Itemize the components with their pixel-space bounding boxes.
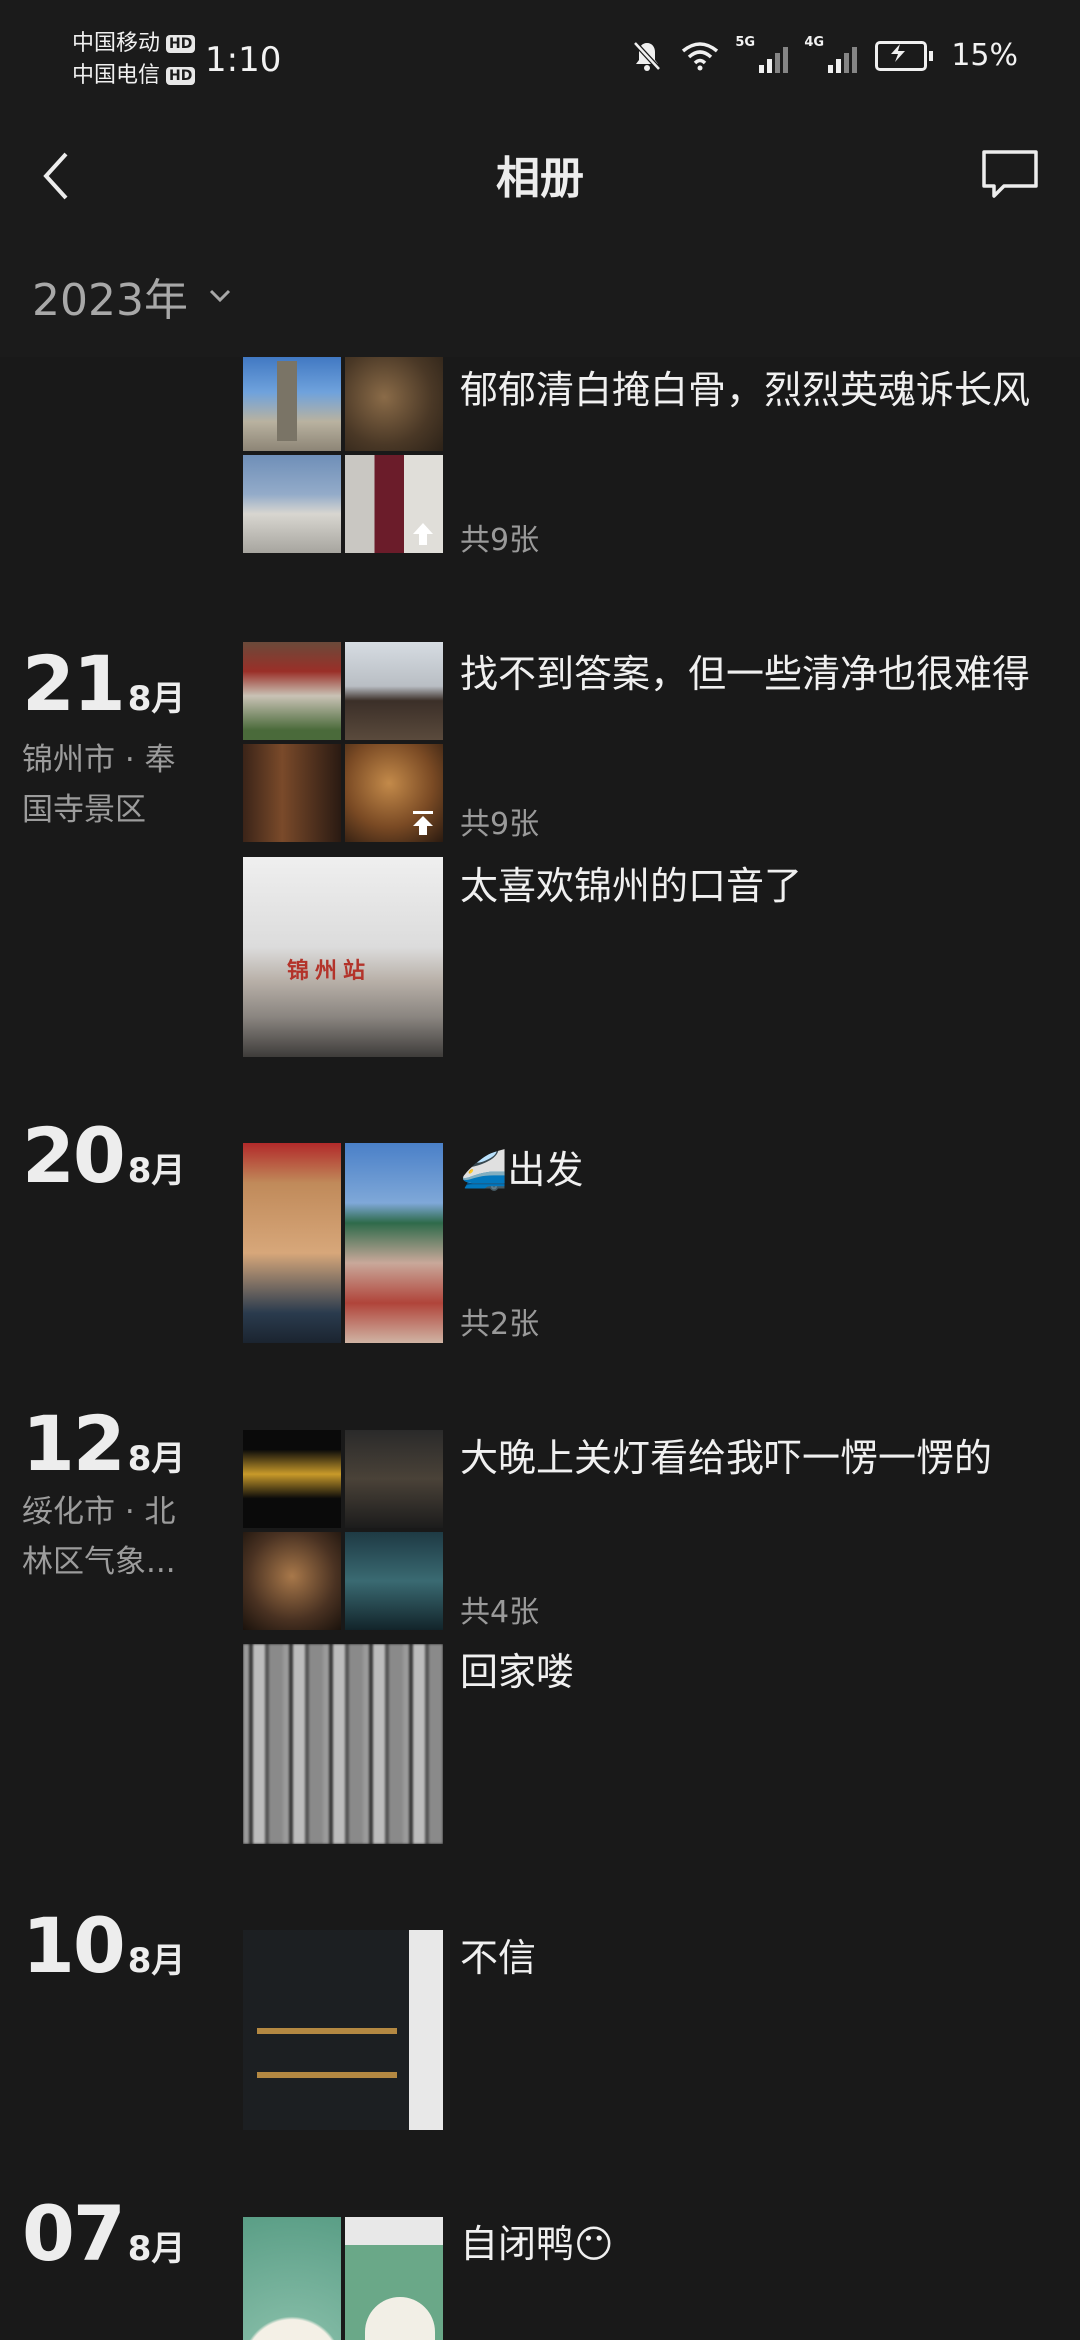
post-caption: 回家喽 — [460, 1650, 575, 1694]
chevron-down-icon — [209, 289, 231, 303]
date-day: 07 — [22, 2189, 126, 2278]
battery-level: 15% — [951, 38, 1018, 73]
date-day: 21 — [22, 639, 126, 728]
date-day: 12 — [22, 1399, 126, 1488]
date-label: 21 8月 — [22, 639, 185, 728]
post-caption: 郁郁清白掩白骨，烈烈英魂诉长风 — [460, 368, 1031, 412]
carrier-2: 中国电信 — [72, 63, 161, 88]
carrier-info: 中国移动 HD 中国电信 HD — [72, 28, 196, 92]
year-label: 2023年 — [32, 275, 188, 326]
album-feed: 郁郁清白掩白骨，烈烈英魂诉长风 共9张 21 8月 锦州市 · 奉国寺景区 找不到… — [0, 357, 1080, 2340]
photo-grid-thumbnail[interactable] — [243, 1430, 443, 1630]
hd-badge: HD — [166, 67, 196, 85]
location-text: 锦州市 · 奉国寺景区 — [22, 742, 176, 828]
upload-arrow-icon — [413, 523, 433, 545]
date-day: 10 — [22, 1901, 126, 1990]
battery-icon — [875, 40, 934, 71]
page-title: 相册 — [496, 153, 584, 204]
date-day: 20 — [22, 1111, 126, 1200]
post-caption: 自闭鸭😶 — [460, 2222, 614, 2266]
photo-thumbnail[interactable] — [243, 1930, 443, 2130]
photo-count: 共2张 — [460, 1307, 540, 1342]
clock: 1:10 — [205, 40, 282, 80]
message-icon[interactable] — [980, 144, 1040, 204]
mute-bell-icon — [633, 40, 662, 71]
photo-grid-thumbnail[interactable] — [243, 642, 443, 842]
photo-count: 共9张 — [460, 523, 540, 558]
photo-count: 共9张 — [460, 807, 540, 842]
hd-badge: HD — [166, 35, 196, 53]
upload-arrow-icon — [413, 811, 433, 835]
photo-grid-thumbnail[interactable] — [243, 2217, 443, 2340]
post-caption: 太喜欢锦州的口音了 — [460, 864, 803, 908]
title-bar: 相册 — [0, 120, 1080, 235]
post-caption: 大晚上关灯看给我吓一愣一愣的 — [460, 1436, 993, 1480]
date-label: 07 8月 — [22, 2189, 185, 2278]
photo-count: 共4张 — [460, 1595, 540, 1630]
signal-5g-icon: 5G — [735, 35, 789, 73]
status-bar: 中国移动 HD 中国电信 HD 1:10 5G 4G 15% — [0, 0, 1080, 120]
photo-grid-thumbnail[interactable] — [243, 1143, 443, 1343]
photo-thumbnail[interactable] — [243, 1644, 443, 1844]
post-caption: 找不到答案，但一些清净也很难得 — [460, 652, 1031, 696]
date-month: 8月 — [127, 1941, 186, 1981]
post-caption: 🚄出发 — [460, 1148, 584, 1192]
photo-grid-thumbnail[interactable] — [243, 357, 443, 553]
location-text: 绥化市 · 北林区气象... — [22, 1494, 176, 1580]
year-selector[interactable]: 2023年 — [0, 235, 1080, 357]
post-caption: 不信 — [460, 1936, 537, 1980]
date-label: 10 8月 — [22, 1901, 185, 1990]
date-month: 8月 — [127, 1439, 186, 1479]
photo-thumbnail[interactable]: 锦州站 — [243, 857, 443, 1057]
date-label: 20 8月 — [22, 1111, 185, 1200]
date-month: 8月 — [127, 679, 186, 719]
date-month: 8月 — [127, 1151, 186, 1191]
carrier-1: 中国移动 — [72, 31, 161, 56]
wifi-icon — [682, 41, 719, 70]
date-label: 12 8月 — [22, 1399, 185, 1488]
signal-4g-icon: 4G — [804, 35, 858, 73]
date-month: 8月 — [127, 2229, 186, 2269]
